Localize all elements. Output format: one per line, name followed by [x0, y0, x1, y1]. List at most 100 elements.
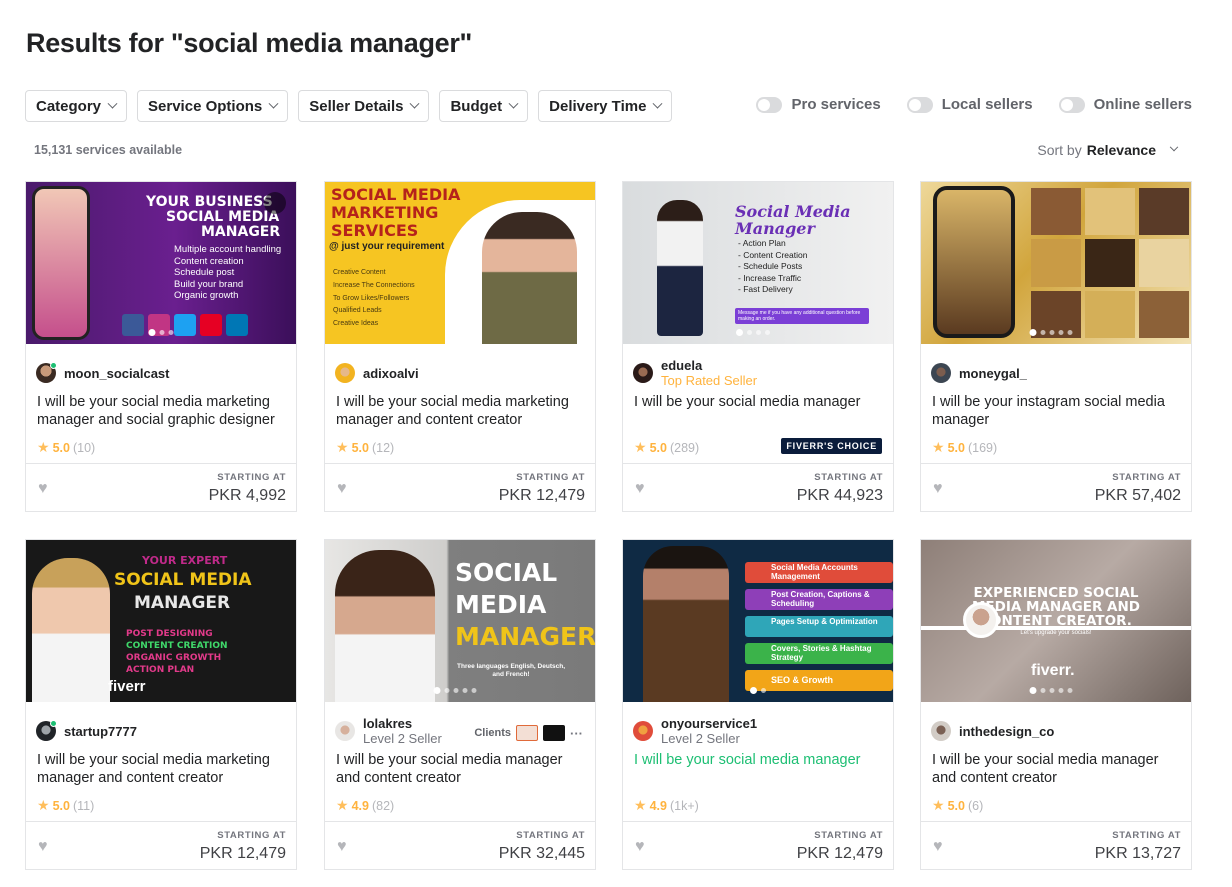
avatar[interactable]	[931, 363, 951, 383]
gig-price[interactable]: PKR 4,992	[209, 487, 286, 505]
gig-card[interactable]: EXPERIENCED SOCIAL MEDIA MANAGER AND CON…	[920, 539, 1192, 870]
gig-title[interactable]: I will be your instagram social media ma…	[932, 393, 1177, 429]
gig-card[interactable]: SOCIAL MEDIA MANAGER Three languages Eng…	[324, 539, 596, 870]
gig-thumbnail[interactable]: SOCIAL MEDIA MANAGER Three languages Eng…	[325, 540, 595, 702]
carousel-dots[interactable]	[736, 329, 770, 336]
gig-card[interactable]: moneygal_ I will be your instagram socia…	[920, 181, 1192, 512]
gig-price[interactable]: PKR 44,923	[797, 487, 883, 505]
heart-icon[interactable]: ♥	[337, 838, 347, 856]
online-indicator	[50, 720, 57, 727]
star-icon: ★	[37, 439, 50, 455]
gig-title[interactable]: I will be your social media manager	[634, 751, 879, 769]
chevron-down-icon	[410, 98, 420, 109]
avatar[interactable]	[36, 362, 57, 383]
chevron-down-icon	[652, 98, 663, 109]
gig-price[interactable]: PKR 57,402	[1095, 487, 1181, 505]
toggle-switch[interactable]	[756, 96, 783, 113]
star-icon: ★	[634, 439, 647, 455]
play-icon[interactable]	[264, 192, 286, 214]
heart-icon[interactable]: ♥	[337, 480, 347, 498]
filter-delivery-time[interactable]: Delivery Time	[538, 90, 673, 122]
gig-price[interactable]: PKR 12,479	[200, 845, 286, 863]
heart-icon[interactable]: ♥	[38, 480, 48, 498]
toggle-pro-services[interactable]: Pro services	[756, 96, 881, 113]
gig-thumbnail[interactable]: Social Media Manager - Action Plan - Cont…	[623, 182, 893, 344]
gig-thumbnail[interactable]: YOUR EXPERT SOCIAL MEDIA MANAGER POST DE…	[26, 540, 296, 702]
gig-thumbnail[interactable]: YOUR BUSINESS SOCIAL MEDIA MANAGER Multi…	[26, 182, 296, 344]
carousel-dots[interactable]	[1029, 687, 1073, 694]
gig-card[interactable]: Social Media Accounts Management Post Cr…	[622, 539, 894, 870]
clients-badge[interactable]: Clients ···	[474, 725, 583, 741]
gig-thumbnail[interactable]: EXPERIENCED SOCIAL MEDIA MANAGER AND CON…	[921, 540, 1191, 702]
toggle-online-sellers[interactable]: Online sellers	[1058, 96, 1192, 113]
carousel-dots[interactable]	[1029, 329, 1073, 336]
gig-price[interactable]: PKR 12,479	[797, 845, 883, 863]
filter-category[interactable]: Category	[25, 90, 128, 122]
phone-image	[32, 186, 90, 340]
divider	[26, 463, 296, 464]
gig-price[interactable]: PKR 32,445	[499, 845, 585, 863]
avatar[interactable]	[633, 721, 653, 741]
seller-info[interactable]: moneygal_	[931, 356, 1181, 390]
seller-info[interactable]: onyourservice1 Level 2 Seller	[633, 714, 883, 748]
fiverr-logo: fiverr.	[1031, 662, 1075, 679]
avatar[interactable]	[335, 721, 355, 741]
gig-title[interactable]: I will be your social media marketing ma…	[37, 393, 282, 429]
phone-image	[933, 186, 1015, 338]
carousel-dots[interactable]	[452, 329, 468, 336]
gig-title[interactable]: I will be your social media manager	[634, 393, 879, 411]
avatar-image	[963, 602, 999, 638]
gig-card[interactable]: YOUR EXPERT SOCIAL MEDIA MANAGER POST DE…	[25, 539, 297, 870]
seller-info[interactable]: inthedesign_co	[931, 714, 1181, 748]
heart-icon[interactable]: ♥	[933, 480, 943, 498]
seller-info[interactable]: eduela Top Rated Seller	[633, 356, 883, 390]
sort-dropdown[interactable]: Sort by Relevance	[1037, 142, 1179, 158]
gig-title[interactable]: I will be your social media manager and …	[932, 751, 1177, 787]
seller-level: Level 2 Seller	[363, 731, 442, 746]
gig-thumbnail[interactable]: Social Media Accounts Management Post Cr…	[623, 540, 893, 702]
carousel-dots[interactable]	[433, 687, 477, 694]
gig-rating: ★ 5.0 (12)	[336, 439, 395, 455]
gig-title[interactable]: I will be your social media manager and …	[336, 751, 581, 787]
star-icon: ★	[336, 797, 349, 813]
filter-seller-details[interactable]: Seller Details	[298, 90, 430, 122]
carousel-dots[interactable]	[750, 687, 766, 694]
heart-icon[interactable]: ♥	[38, 838, 48, 856]
avatar[interactable]	[931, 721, 951, 741]
heart-icon[interactable]: ♥	[635, 838, 645, 856]
divider	[325, 821, 595, 822]
chevron-down-icon	[1169, 142, 1179, 152]
avatar[interactable]	[633, 363, 653, 383]
client-logo	[516, 725, 538, 741]
gig-rating: ★ 4.9 (82)	[336, 797, 395, 813]
gig-card[interactable]: Social Media Manager - Action Plan - Cont…	[622, 181, 894, 512]
gig-title[interactable]: I will be your social media marketing ma…	[37, 751, 282, 787]
filter-budget[interactable]: Budget	[439, 90, 529, 122]
more-icon[interactable]: ···	[570, 726, 583, 741]
chevron-down-icon	[268, 98, 279, 109]
gig-thumbnail[interactable]: SOCIAL MEDIA MARKETING SERVICES @ just y…	[325, 182, 595, 344]
gig-thumbnail[interactable]	[921, 182, 1191, 344]
gig-card[interactable]: YOUR BUSINESS SOCIAL MEDIA MANAGER Multi…	[25, 181, 297, 512]
toggle-switch[interactable]	[1058, 96, 1085, 113]
heart-icon[interactable]: ♥	[635, 480, 645, 498]
gig-price[interactable]: PKR 13,727	[1095, 845, 1181, 863]
toggle-bar: Pro services Local sellers Online seller…	[756, 96, 1192, 113]
star-icon: ★	[336, 439, 349, 455]
toggle-local-sellers[interactable]: Local sellers	[906, 96, 1033, 113]
avatar[interactable]	[335, 363, 355, 383]
page-title: Results for "social media manager"	[26, 28, 473, 58]
filter-service-options[interactable]: Service Options	[137, 90, 289, 122]
avatar[interactable]	[36, 720, 57, 741]
gig-rating: ★ 5.0 (10)	[37, 439, 96, 455]
seller-info[interactable]: adixoalvi	[335, 356, 585, 390]
gig-price[interactable]: PKR 12,479	[499, 487, 585, 505]
heart-icon[interactable]: ♥	[933, 838, 943, 856]
seller-info[interactable]: startup7777	[36, 714, 286, 748]
gig-title[interactable]: I will be your social media marketing ma…	[336, 393, 581, 429]
linkedin-icon	[226, 314, 248, 336]
toggle-switch[interactable]	[906, 96, 933, 113]
gig-card[interactable]: SOCIAL MEDIA MARKETING SERVICES @ just y…	[324, 181, 596, 512]
carousel-dots[interactable]	[148, 329, 174, 336]
seller-info[interactable]: moon_socialcast	[36, 356, 286, 390]
